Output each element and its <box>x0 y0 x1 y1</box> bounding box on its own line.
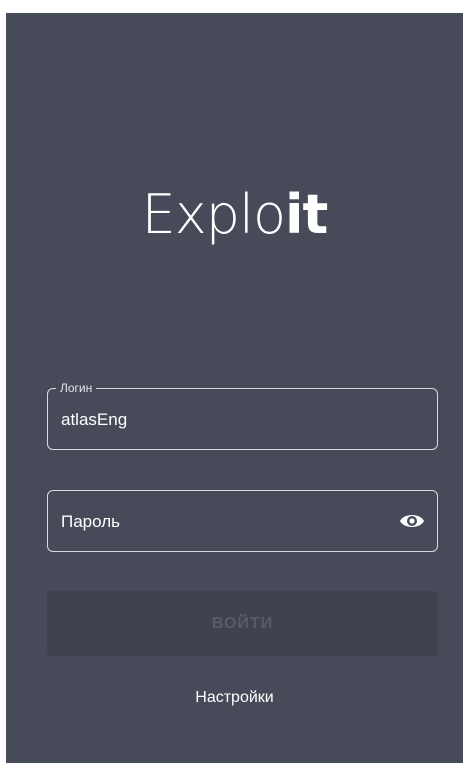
app-logo: Exploit <box>6 175 463 255</box>
logo-text-bold: it <box>285 183 328 246</box>
eye-icon[interactable] <box>399 510 425 532</box>
login-field-label: Логин <box>56 381 97 395</box>
login-field[interactable]: Логин atlasEng <box>47 381 438 450</box>
settings-link[interactable]: Настройки <box>6 687 463 709</box>
login-button[interactable]: ВОЙТИ <box>47 591 438 656</box>
login-input-value[interactable]: atlasEng <box>61 410 127 430</box>
password-placeholder[interactable]: Пароль <box>61 512 120 532</box>
password-field[interactable]: Пароль <box>47 490 438 552</box>
logo-text-light: Explo <box>141 183 286 246</box>
login-screen: Exploit Логин atlasEng Пароль ВОЙТИ Наст… <box>6 13 463 763</box>
